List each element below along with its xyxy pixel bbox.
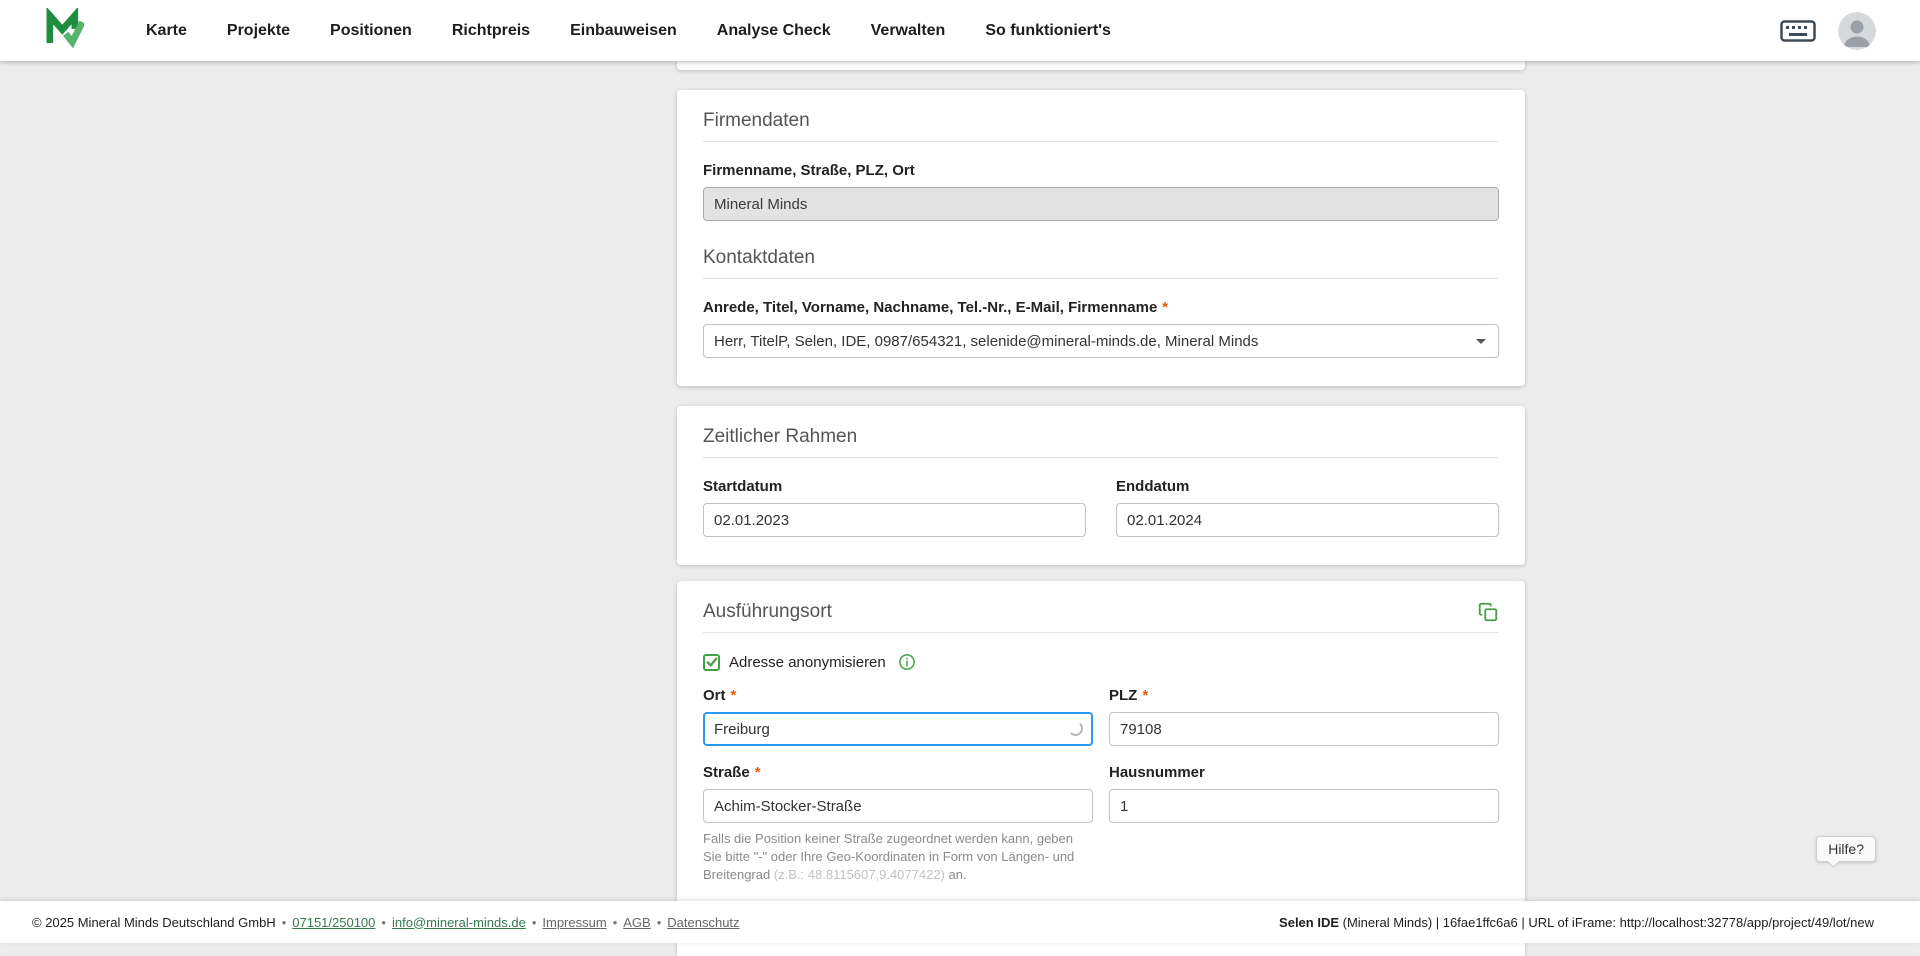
enddatum-input[interactable] [1116,503,1499,537]
datenschutz-link[interactable]: Datenschutz [667,915,739,930]
plz-field: PLZ * [1109,687,1499,746]
separator: • [532,915,537,930]
user-avatar[interactable] [1838,12,1876,50]
company-name-input [703,187,1499,221]
brand-logo[interactable] [44,8,84,53]
separator: • [657,915,662,930]
copyright-text: © 2025 Mineral Minds Deutschland GmbH [32,915,276,930]
plz-label: PLZ * [1109,687,1499,704]
help-button[interactable]: Hilfe? [1816,836,1876,862]
separator: • [282,915,287,930]
strasse-input[interactable] [703,789,1093,823]
contact-select-wrap: Herr, TitelP, Selen, IDE, 0987/654321, s… [703,324,1499,358]
phone-link[interactable]: 07151/250100 [292,915,375,930]
footer-left: © 2025 Mineral Minds Deutschland GmbH • … [32,915,740,930]
strasse-field: Straße * Falls die Position keiner Straße… [703,764,1093,884]
main-nav: Karte Projekte Positionen Richtpreis Ein… [130,14,1127,48]
nav-item-einbauweisen[interactable]: Einbauweisen [554,14,693,48]
ort-field: Ort * [703,687,1093,746]
nav-item-projekte[interactable]: Projekte [211,14,306,48]
location-card-head: Ausführungsort [703,601,1499,623]
anonymize-row: Adresse anonymisieren [703,653,1499,671]
impressum-link[interactable]: Impressum [542,915,606,930]
strasse-label-text: Straße [703,764,750,781]
contact-field-label-text: Anrede, Titel, Vorname, Nachname, Tel.-N… [703,299,1157,316]
card-partial-top [677,61,1525,70]
enddatum-label: Enddatum [1116,478,1499,495]
nav-item-so-funktionierts[interactable]: So funktioniert's [969,14,1127,48]
plz-label-text: PLZ [1109,687,1137,704]
navbar-right [1780,12,1876,50]
hausnummer-field: Hausnummer [1109,764,1499,884]
anonymize-label[interactable]: Adresse anonymisieren [729,654,886,671]
top-navbar: Karte Projekte Positionen Richtpreis Ein… [0,0,1920,61]
helper-example: (z.B.: 48.8115607,9.4077422) [774,867,945,882]
strasse-hausnummer-row: Straße * Falls die Position keiner Straße… [703,764,1499,884]
separator: • [613,915,618,930]
hausnummer-input[interactable] [1109,789,1499,823]
app-root: Karte Projekte Positionen Richtpreis Ein… [0,0,1920,61]
keyboard-icon[interactable] [1780,19,1816,43]
company-card-title: Firmendaten [703,110,1499,132]
ort-plz-row: Ort * PLZ * [703,687,1499,746]
footer-right: Selen IDE (Mineral Minds) | 16fae1ffc6a6… [1279,915,1874,930]
divider [703,457,1499,458]
nav-item-verwalten[interactable]: Verwalten [855,14,962,48]
agb-link[interactable]: AGB [623,915,650,930]
footer: © 2025 Mineral Minds Deutschland GmbH • … [0,901,1920,943]
info-icon[interactable] [898,653,916,671]
nav-item-richtpreis[interactable]: Richtpreis [436,14,546,48]
ort-input-wrap [703,712,1093,746]
company-field-label: Firmenname, Straße, PLZ, Ort [703,162,1499,179]
contact-section-title: Kontaktdaten [703,247,1499,269]
mineral-minds-logo-icon [44,8,84,53]
location-card-title: Ausführungsort [703,601,832,623]
divider [703,632,1499,633]
plz-input[interactable] [1109,712,1499,746]
timeframe-card: Zeitlicher Rahmen Startdatum Enddatum [677,406,1525,565]
strasse-label: Straße * [703,764,1093,781]
enddatum-field: Enddatum [1116,478,1499,537]
timeframe-card-title: Zeitlicher Rahmen [703,426,1499,448]
nav-item-karte[interactable]: Karte [130,14,203,48]
contact-select[interactable]: Herr, TitelP, Selen, IDE, 0987/654321, s… [703,324,1499,358]
startdatum-field: Startdatum [703,478,1086,537]
required-marker: * [1142,687,1148,704]
company-field-label-text: Firmenname, Straße, PLZ, Ort [703,162,915,179]
ide-name-text: Selen IDE [1279,915,1339,930]
ort-input[interactable] [703,712,1093,746]
divider [703,141,1499,142]
ort-label: Ort * [703,687,1093,704]
timeframe-row: Startdatum Enddatum [703,478,1499,537]
divider [703,278,1499,279]
loading-spinner-icon [1068,721,1083,736]
contact-field-label: Anrede, Titel, Vorname, Nachname, Tel.-N… [703,299,1499,316]
startdatum-label: Startdatum [703,478,1086,495]
copy-icon[interactable] [1477,601,1499,623]
required-marker: * [755,764,761,781]
strasse-helper-text: Falls die Position keiner Straße zugeord… [703,830,1093,884]
company-card: Firmendaten Firmenname, Straße, PLZ, Ort… [677,90,1525,386]
required-marker: * [731,687,737,704]
nav-item-analyse-check[interactable]: Analyse Check [701,14,847,48]
helper-text-after: an. [945,867,967,882]
anonymize-checkbox[interactable] [703,654,720,671]
startdatum-input[interactable] [703,503,1086,537]
location-card: Ausführungsort Adresse anonymisieren [677,581,1525,912]
hausnummer-label: Hausnummer [1109,764,1499,781]
ort-label-text: Ort [703,687,726,704]
nav-item-positionen[interactable]: Positionen [314,14,428,48]
separator: • [381,915,386,930]
required-marker: * [1162,299,1168,316]
form-column: Firmendaten Firmenname, Straße, PLZ, Ort… [677,61,1525,956]
email-link[interactable]: info@mineral-minds.de [392,915,526,930]
iframe-url-text: (Mineral Minds) | 16fae1ffc6a6 | URL of … [1339,915,1874,930]
help-bubble-tail [1827,855,1840,868]
